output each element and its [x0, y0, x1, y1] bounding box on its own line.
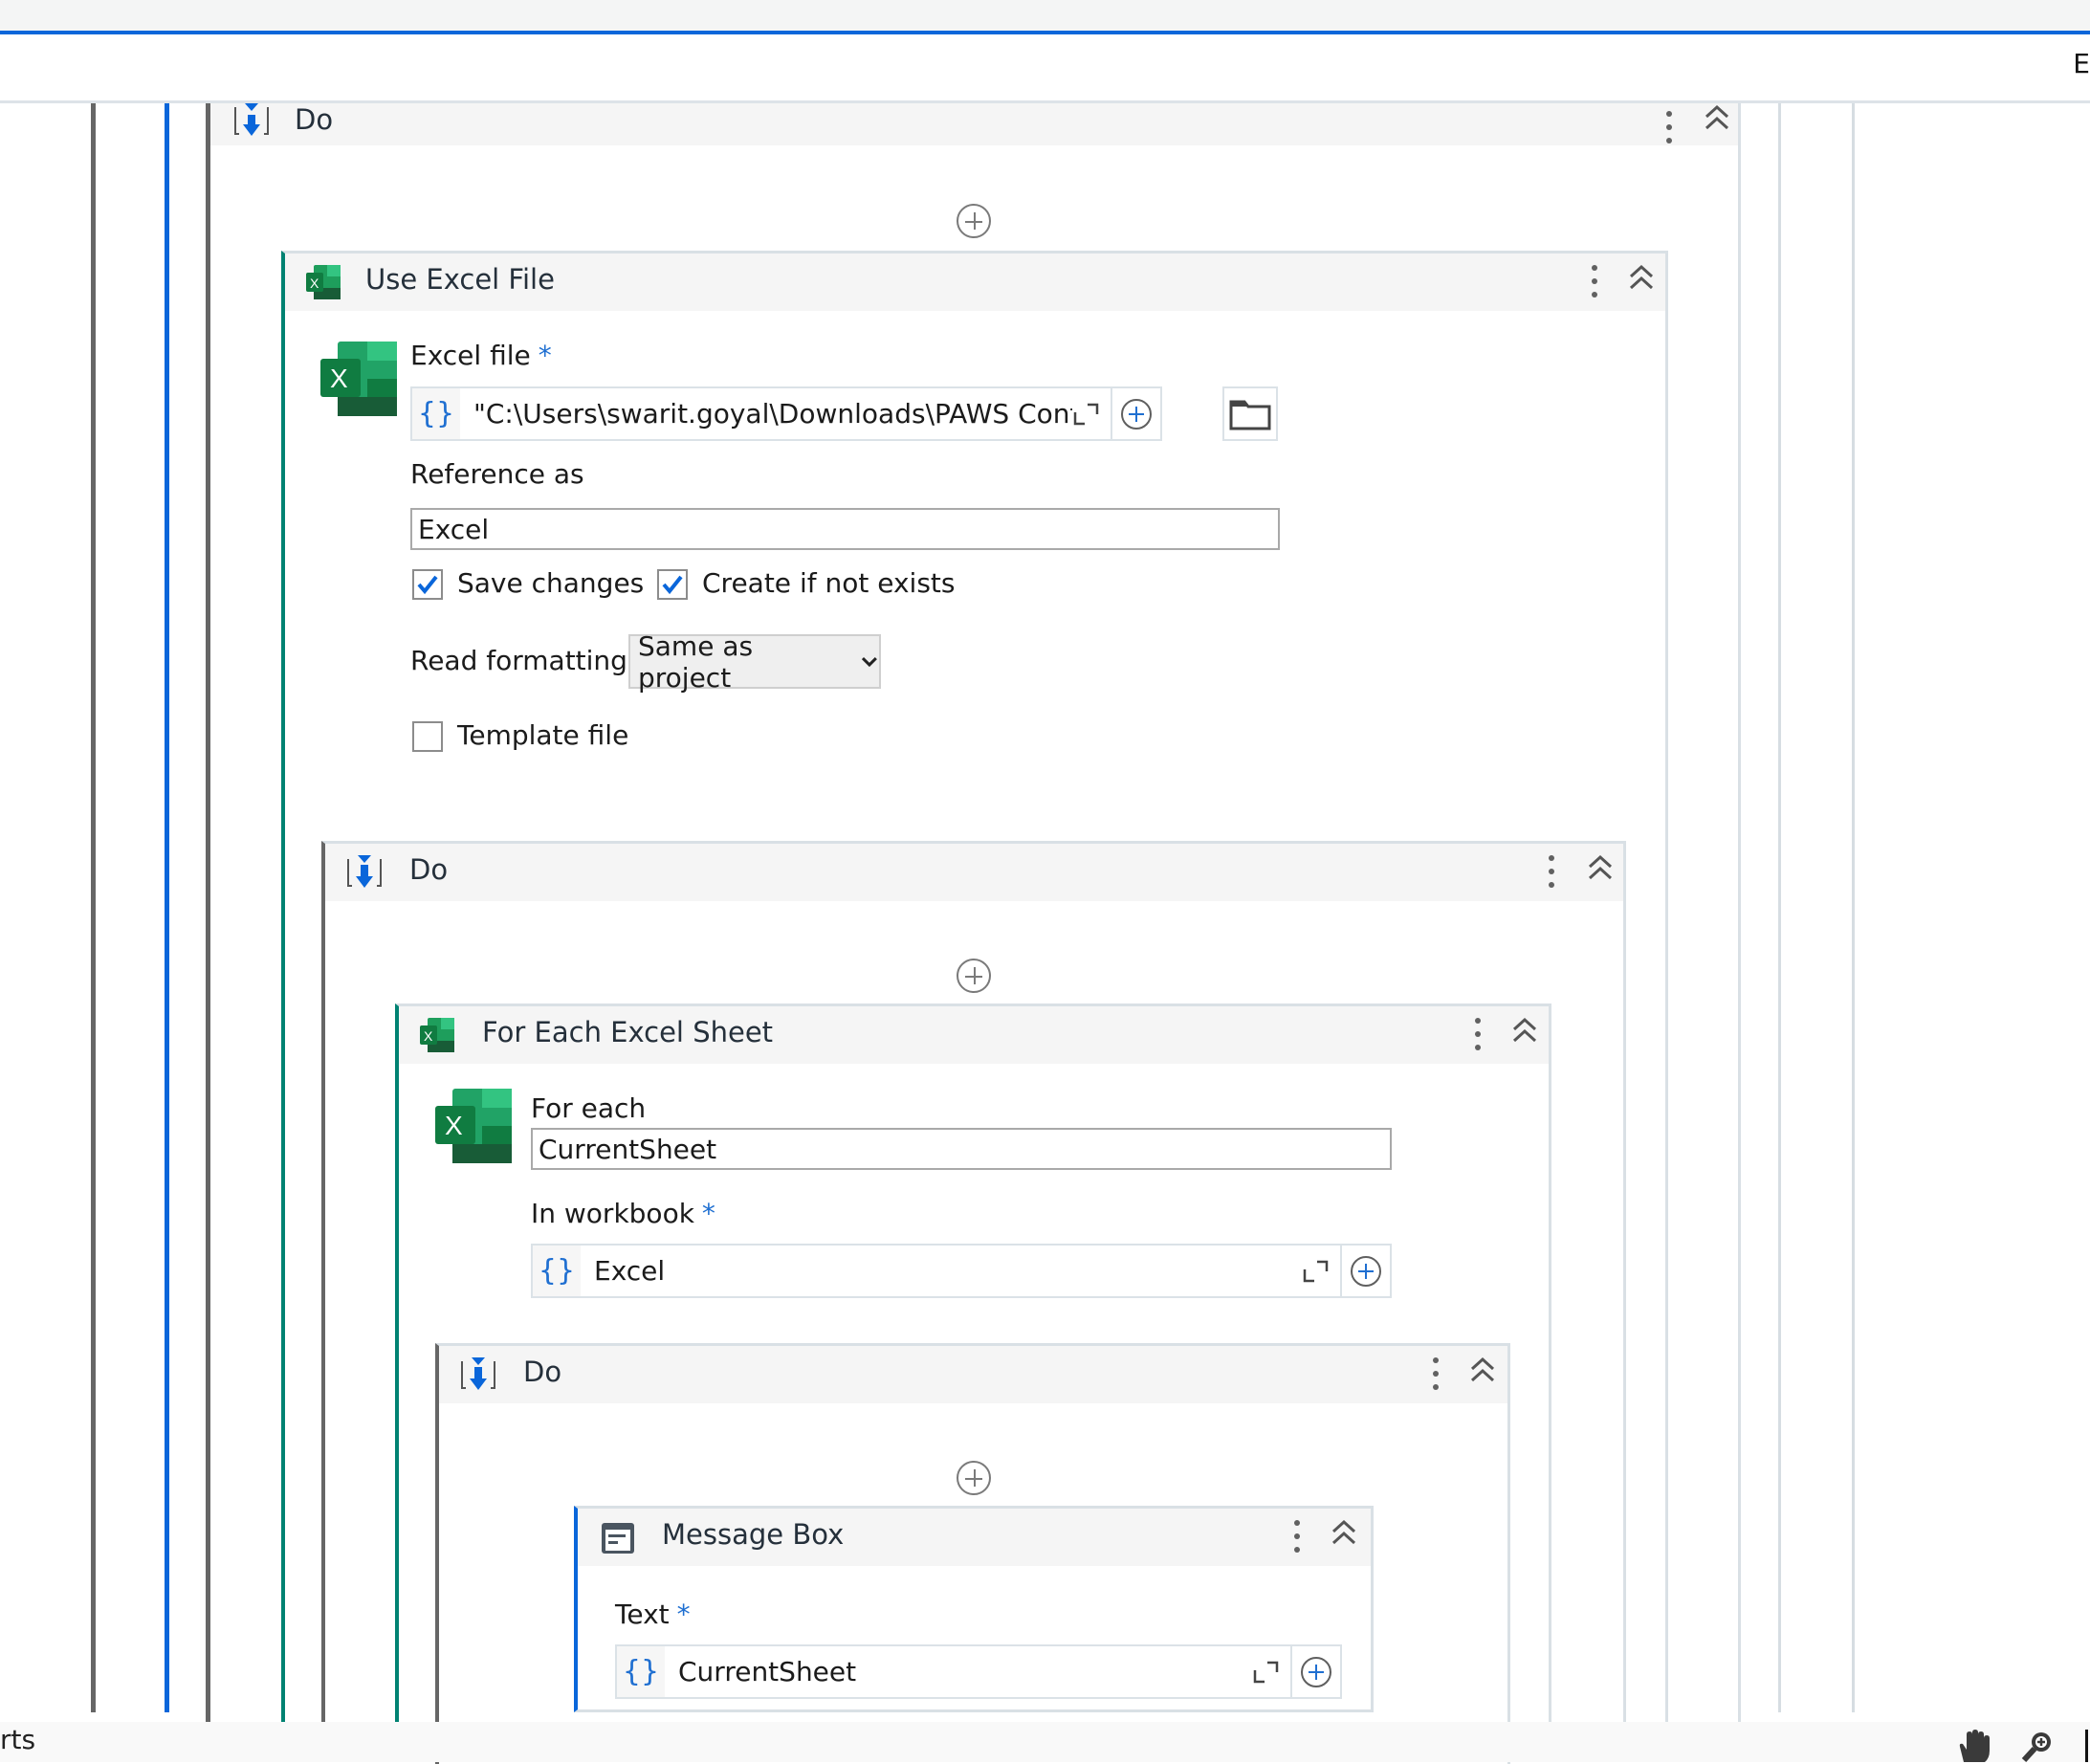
- sequence-title: Do: [523, 1356, 562, 1388]
- for-each-excel-sheet-header[interactable]: X For Each Excel Sheet: [399, 1006, 1549, 1064]
- header-truncated-text: E: [2073, 48, 2090, 79]
- collapse-icon[interactable]: [1330, 1518, 1358, 1547]
- excel-file-input[interactable]: {} "C:\Users\swarit.goyal\Downloads\PAWS…: [410, 386, 1162, 441]
- in-workbook-input[interactable]: {} Excel: [531, 1244, 1392, 1298]
- browse-file-button[interactable]: [1222, 386, 1278, 441]
- activity-title: For Each Excel Sheet: [482, 1016, 774, 1048]
- add-activity-button[interactable]: [957, 1461, 991, 1495]
- message-box-header[interactable]: Message Box: [578, 1509, 1371, 1566]
- expression-braces-icon: {}: [617, 1646, 665, 1697]
- read-formatting-label: Read formatting: [410, 645, 627, 676]
- nesting-line: [91, 103, 96, 1712]
- more-options-icon[interactable]: [1474, 1018, 1482, 1054]
- folder-icon: [1229, 400, 1271, 430]
- checkmark-icon: [662, 575, 683, 595]
- nesting-line-selected: [165, 103, 169, 1712]
- more-options-icon[interactable]: [1548, 855, 1555, 892]
- add-activity-button[interactable]: [957, 959, 991, 993]
- sequence-icon: [347, 855, 382, 888]
- activity-title: Use Excel File: [365, 263, 555, 296]
- template-file-label: Template file: [457, 719, 629, 751]
- in-workbook-label: In workbook *: [531, 1198, 715, 1229]
- chevron-down-icon: [862, 656, 878, 667]
- message-box-activity: Message Box Text * {} CurrentSheet: [574, 1506, 1374, 1712]
- for-each-input[interactable]: CurrentSheet: [531, 1128, 1392, 1170]
- sequence-icon: [234, 103, 269, 136]
- create-if-not-exists-checkbox[interactable]: [657, 569, 688, 600]
- outer-do-header[interactable]: Do: [210, 103, 1738, 145]
- reference-as-label: Reference as: [410, 458, 584, 490]
- expand-editor-icon[interactable]: [1302, 1258, 1329, 1285]
- for-each-label: For each: [531, 1092, 647, 1124]
- plus-menu-button[interactable]: [1111, 388, 1160, 439]
- plus-icon: [1351, 1255, 1381, 1287]
- expression-braces-icon: {}: [412, 388, 460, 439]
- excel-icon: X: [306, 265, 341, 299]
- pan-hand-icon[interactable]: [1956, 1730, 1994, 1762]
- reference-as-input[interactable]: Excel: [410, 508, 1280, 550]
- create-if-not-exists-label: Create if not exists: [702, 567, 956, 599]
- more-options-icon[interactable]: [1665, 111, 1673, 147]
- svg-text:X: X: [445, 1111, 463, 1140]
- plus-menu-button[interactable]: [1290, 1646, 1340, 1697]
- svg-text:X: X: [330, 364, 348, 393]
- loop-body-do-header[interactable]: Do: [439, 1346, 1507, 1403]
- text-input[interactable]: {} CurrentSheet: [615, 1644, 1342, 1699]
- designer-header: E: [0, 34, 2090, 103]
- zoom-in-icon[interactable]: [2020, 1730, 2055, 1762]
- message-box-icon: [602, 1523, 634, 1554]
- svg-text:X: X: [310, 276, 319, 291]
- collapse-icon[interactable]: [1627, 263, 1656, 292]
- nesting-line: [1852, 103, 1855, 1712]
- nesting-line: [1778, 103, 1781, 1712]
- expand-editor-icon[interactable]: [1252, 1659, 1279, 1686]
- expression-braces-icon: {}: [533, 1246, 581, 1296]
- excel-large-icon: X: [320, 342, 397, 416]
- text-label: Text *: [615, 1599, 691, 1630]
- excel-icon: X: [420, 1018, 454, 1052]
- top-toolbar: [0, 0, 2090, 31]
- excel-large-icon: X: [435, 1089, 512, 1163]
- plus-menu-button[interactable]: [1340, 1246, 1390, 1296]
- more-options-icon[interactable]: [1432, 1357, 1440, 1394]
- expand-editor-icon[interactable]: [1072, 401, 1099, 428]
- more-options-icon[interactable]: [1293, 1520, 1301, 1556]
- more-options-icon[interactable]: [1591, 265, 1598, 301]
- status-bar: rts: [0, 1722, 2090, 1762]
- status-bar-text: rts: [0, 1724, 36, 1755]
- sequence-icon: [461, 1357, 495, 1390]
- save-changes-label: Save changes: [457, 567, 645, 599]
- svg-text:X: X: [424, 1028, 433, 1044]
- activity-title: Message Box: [662, 1518, 845, 1551]
- save-changes-checkbox[interactable]: [412, 569, 443, 600]
- add-activity-button[interactable]: [957, 204, 991, 238]
- template-file-checkbox[interactable]: [412, 721, 443, 752]
- sequence-title: Do: [295, 103, 334, 136]
- excel-file-label: Excel file *: [410, 340, 552, 371]
- checkmark-icon: [417, 575, 438, 595]
- divider: [2085, 1730, 2088, 1762]
- collapse-icon[interactable]: [1510, 1016, 1539, 1045]
- inner-do-header[interactable]: Do: [325, 844, 1623, 901]
- collapse-icon[interactable]: [1468, 1356, 1497, 1384]
- use-excel-file-header[interactable]: X Use Excel File: [285, 254, 1665, 311]
- plus-icon: [1121, 398, 1152, 430]
- read-formatting-dropdown[interactable]: Same as project: [628, 630, 881, 694]
- sequence-title: Do: [409, 853, 449, 886]
- plus-icon: [1301, 1656, 1331, 1687]
- collapse-icon[interactable]: [1586, 853, 1615, 882]
- collapse-icon[interactable]: [1703, 103, 1731, 132]
